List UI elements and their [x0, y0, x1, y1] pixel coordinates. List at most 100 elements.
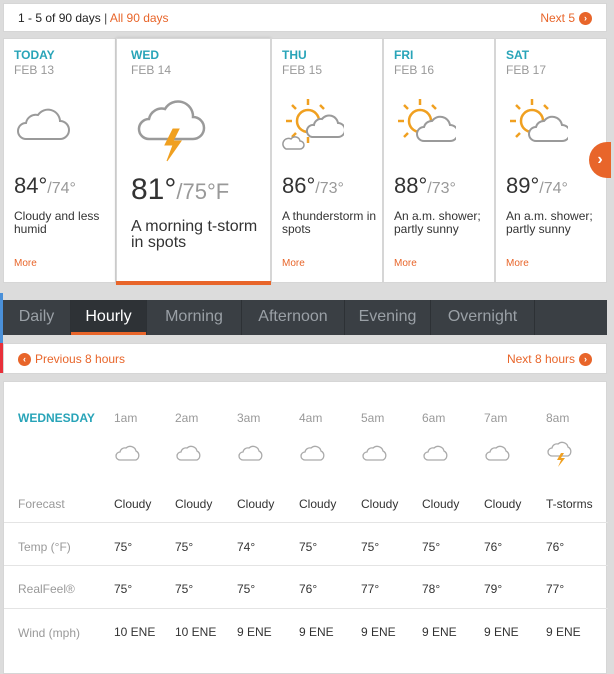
hour-label: 3am: [237, 411, 261, 425]
next-5-button[interactable]: Next 5 ›: [540, 11, 592, 25]
forecast-value: Cloudy: [114, 497, 152, 511]
tab-overnight[interactable]: Overnight: [431, 300, 535, 335]
low-temp: /74°: [539, 180, 568, 197]
realfeel-value: 77°: [361, 582, 380, 596]
cloud-icon: [14, 107, 70, 146]
forecast-value: T-storms: [546, 497, 593, 511]
wind-value: 9 ENE: [361, 625, 396, 639]
cloud-icon: [422, 444, 482, 465]
row-label-realfeel: RealFeel®: [18, 582, 75, 596]
day-description: A morning t-storm in spots: [131, 218, 258, 251]
day-temps: 81°/75°F: [131, 173, 229, 207]
day-description: A thunderstorm in spots: [282, 209, 377, 236]
wind-value: 9 ENE: [422, 625, 457, 639]
day-card-fri[interactable]: FRI FEB 16 88°/73° An a.m. shower; partl…: [383, 38, 495, 283]
thunderstorm-icon: [546, 440, 606, 471]
realfeel-value: 75°: [237, 582, 256, 596]
more-link[interactable]: More: [506, 258, 529, 269]
hour-navigation: ‹ Previous 8 hours Next 8 hours ›: [3, 343, 607, 374]
row-label-temp: Temp (°F): [18, 540, 71, 554]
next-8-hours-label: Next 8 hours: [506, 352, 575, 366]
wind-value: 9 ENE: [546, 625, 581, 639]
next-8-hours-button[interactable]: Next 8 hours ›: [507, 352, 592, 366]
chevron-right-icon: ›: [579, 352, 592, 366]
day-date: FEB 15: [282, 63, 323, 77]
cloud-icon: [299, 444, 359, 465]
sun-cloud-icon: [282, 93, 346, 158]
day-cards: TODAY FEB 13 84°/74° Cloudy and less hum…: [3, 38, 607, 285]
day-name: FRI: [394, 48, 414, 62]
forecast-value: Cloudy: [237, 497, 275, 511]
active-indicator: [116, 281, 271, 285]
wind-value: 9 ENE: [484, 625, 519, 639]
realfeel-value: 78°: [422, 582, 441, 596]
all-days-link[interactable]: All 90 days: [110, 11, 169, 25]
high-temp: 81°: [131, 173, 177, 206]
tab-daily[interactable]: Daily: [3, 300, 71, 335]
more-link[interactable]: More: [14, 258, 37, 269]
day-description: Cloudy and less humid: [14, 209, 100, 236]
row-divider: [4, 608, 608, 609]
temp-value: 76°: [484, 540, 503, 554]
low-temp: /73°: [427, 180, 456, 197]
sun-cloud-icon: [506, 93, 571, 154]
day-name: THU: [282, 48, 307, 62]
cloud-icon: [361, 444, 421, 465]
row-divider: [4, 522, 608, 523]
low-temp: /74°: [47, 180, 76, 197]
high-temp: 88°: [394, 173, 428, 198]
day-range-label: 1 - 5 of 90 days: [18, 11, 101, 25]
cloud-icon: [114, 444, 174, 465]
day-card-today[interactable]: TODAY FEB 13 84°/74° Cloudy and less hum…: [3, 38, 116, 283]
wind-value: 9 ENE: [299, 625, 334, 639]
tab-afternoon[interactable]: Afternoon: [242, 300, 345, 335]
day-date: FEB 16: [394, 63, 435, 77]
day-temps: 84°/74°: [14, 173, 76, 199]
wind-value: 10 ENE: [114, 625, 156, 639]
day-temps: 88°/73°: [394, 173, 456, 199]
tab-evening[interactable]: Evening: [345, 300, 431, 335]
wind-value: 10 ENE: [175, 625, 217, 639]
chevron-right-icon: ›: [579, 11, 592, 25]
day-name: TODAY: [14, 48, 55, 62]
weekday-label: WEDNESDAY: [18, 411, 95, 425]
realfeel-value: 75°: [114, 582, 133, 596]
wind-value: 9 ENE: [237, 625, 272, 639]
low-temp: /75°F: [176, 179, 230, 204]
tab-morning[interactable]: Morning: [147, 300, 242, 335]
day-date: FEB 17: [506, 63, 547, 77]
row-label-forecast: Forecast: [18, 497, 65, 511]
active-tab-underline: [71, 332, 146, 335]
previous-8-hours-button[interactable]: ‹ Previous 8 hours: [18, 352, 125, 366]
hour-label: 5am: [361, 411, 385, 425]
hour-label: 6am: [422, 411, 446, 425]
forecast-value: Cloudy: [299, 497, 337, 511]
more-link[interactable]: More: [282, 258, 305, 269]
separator: |: [104, 11, 108, 25]
forecast-value: Cloudy: [175, 497, 213, 511]
tab-hourly[interactable]: Hourly: [71, 300, 147, 335]
high-temp: 86°: [282, 173, 316, 198]
forecast-value: Cloudy: [422, 497, 460, 511]
sun-cloud-icon: [394, 93, 459, 154]
more-link[interactable]: More: [394, 258, 417, 269]
realfeel-value: 77°: [546, 582, 565, 596]
day-date: FEB 13: [14, 63, 55, 77]
day-temps: 86°/73°: [282, 173, 344, 199]
realfeel-value: 79°: [484, 582, 503, 596]
hour-label: 2am: [175, 411, 199, 425]
temp-value: 75°: [361, 540, 380, 554]
day-card-thu[interactable]: THU FEB 15 86°/73° A thunderstorm in spo…: [271, 38, 383, 283]
day-name: WED: [131, 48, 159, 62]
low-temp: /73°: [315, 180, 344, 197]
next-5-label: Next 5: [540, 11, 575, 25]
day-description: An a.m. shower; partly sunny: [506, 209, 593, 236]
chevron-left-icon: ‹: [18, 352, 31, 366]
temp-value: 75°: [422, 540, 441, 554]
hourly-forecast: WEDNESDAY 1am 2am 3am 4am 5am 6am 7am 8a…: [3, 381, 608, 674]
realfeel-value: 76°: [299, 582, 318, 596]
thunderstorm-icon: [135, 95, 207, 172]
day-description: An a.m. shower; partly sunny: [394, 209, 481, 236]
pagination-bar: 1 - 5 of 90 days | All 90 days Next 5 ›: [3, 3, 607, 32]
day-card-wed[interactable]: WED FEB 14 81°/75°F A morning t-storm in…: [116, 38, 271, 285]
